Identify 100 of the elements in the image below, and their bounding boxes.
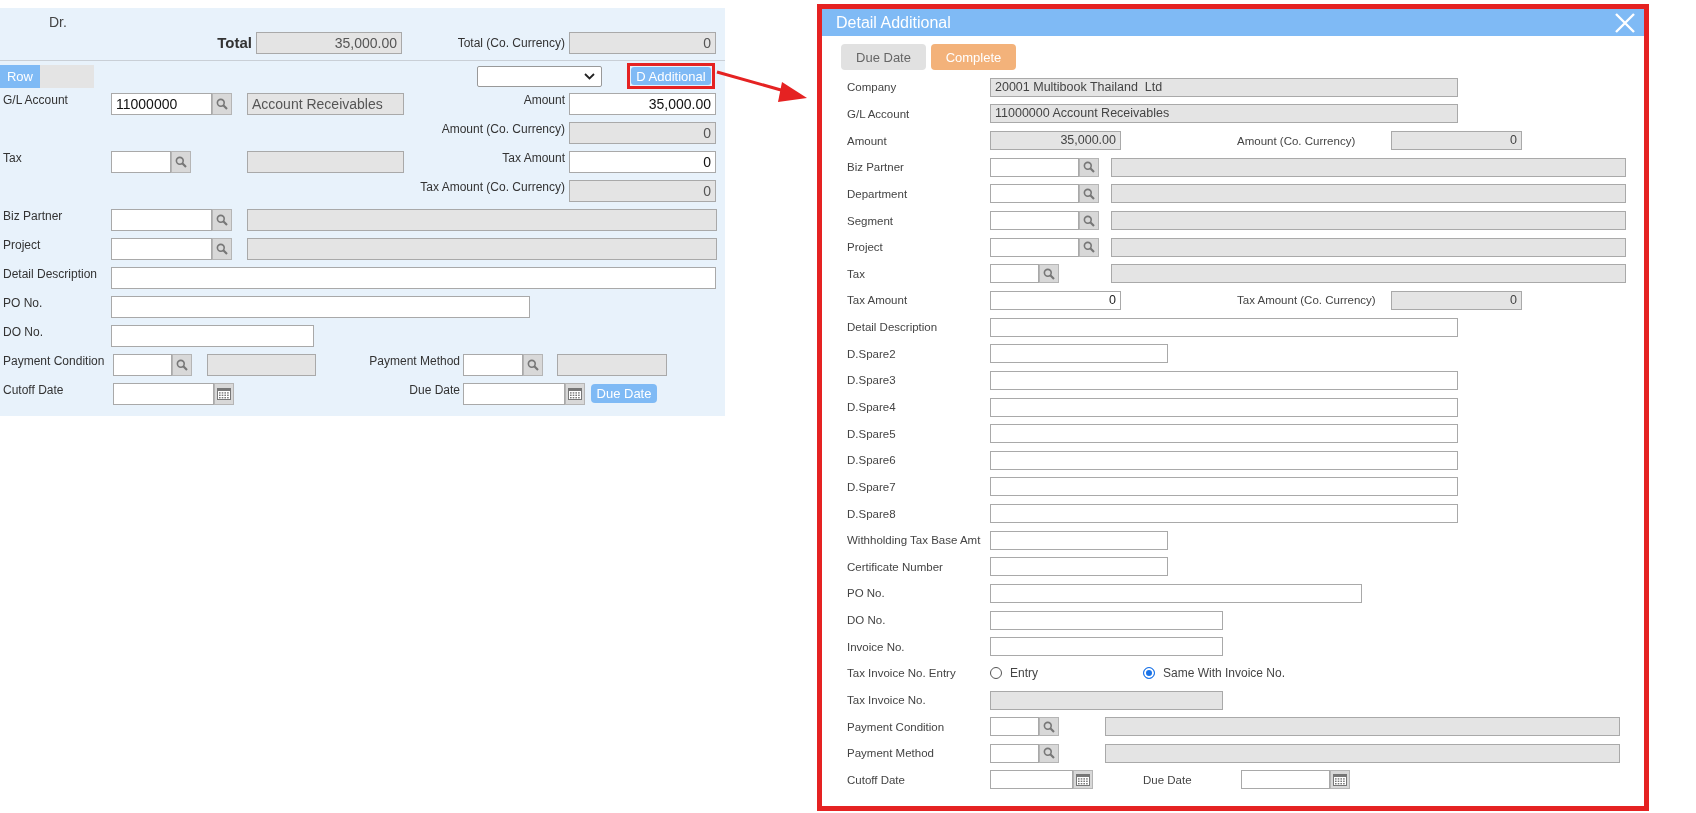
calendar-button[interactable] (1073, 770, 1093, 790)
date-field[interactable] (1241, 770, 1330, 790)
input-field[interactable] (990, 637, 1223, 657)
search-button[interactable] (212, 237, 232, 260)
calendar-button[interactable] (565, 382, 585, 405)
input-field[interactable]: 35,000.00 (569, 92, 716, 115)
total-label: Total (216, 33, 252, 51)
search-icon (1083, 241, 1095, 254)
readonly-field: Account Receivables (247, 92, 404, 115)
input-field[interactable] (990, 397, 1458, 417)
side-label: Dr. (48, 13, 68, 32)
radio-label[interactable]: Entry (1010, 666, 1038, 681)
field-label: PO No. (847, 587, 886, 600)
field-label: Amount (847, 134, 888, 147)
field-label: Cutoff Date (847, 773, 906, 786)
readonly-field: 20001 Multibook Thailand Ltd (990, 77, 1458, 97)
calendar-button[interactable] (1330, 770, 1350, 790)
search-button[interactable] (1079, 157, 1099, 177)
readonly-field: 0 (1391, 290, 1522, 310)
search-button[interactable] (212, 92, 232, 115)
search-icon (1043, 720, 1055, 733)
input-field[interactable] (111, 150, 171, 173)
field-label: Biz Partner (3, 208, 64, 223)
input-field[interactable] (990, 610, 1223, 630)
search-icon (175, 155, 187, 168)
input-field[interactable] (111, 295, 530, 318)
input-field[interactable] (990, 717, 1039, 737)
field-label: Payment Condition (847, 720, 946, 733)
search-icon (176, 358, 188, 371)
input-field[interactable] (990, 557, 1168, 577)
field-label: Payment Method (368, 353, 460, 368)
radio-button[interactable] (990, 667, 1002, 680)
input-field[interactable]: 0 (990, 290, 1121, 310)
search-button[interactable] (1039, 743, 1059, 763)
input-field[interactable] (990, 264, 1039, 284)
radio-label[interactable]: Same With Invoice No. (1163, 666, 1286, 681)
field-label: D.Spare2 (847, 347, 897, 360)
field-label: Detail Description (3, 266, 99, 281)
input-field[interactable] (990, 370, 1458, 390)
input-field[interactable] (463, 353, 523, 376)
readonly-field: 0 (1391, 131, 1522, 151)
input-field[interactable] (113, 353, 172, 376)
field-label: Detail Description (847, 321, 939, 334)
search-button[interactable] (1039, 717, 1059, 737)
search-button[interactable] (523, 353, 543, 376)
field-label: G/L Account (847, 107, 911, 120)
field-label: Amount (522, 92, 565, 107)
readonly-field: 0 (569, 179, 716, 202)
field-label: Department (847, 187, 909, 200)
input-field[interactable] (990, 424, 1458, 444)
input-field[interactable]: 0 (569, 150, 716, 173)
search-button[interactable] (172, 353, 192, 376)
readonly-field: 35,000.00 (990, 131, 1121, 151)
search-button[interactable] (1079, 237, 1099, 257)
input-field[interactable] (111, 266, 716, 289)
search-button[interactable] (1039, 264, 1059, 284)
field-label: D.Spare3 (847, 374, 897, 387)
input-field[interactable] (990, 584, 1362, 603)
chevron-down-icon (584, 72, 595, 80)
input-field[interactable] (990, 743, 1039, 763)
input-field[interactable] (990, 504, 1458, 524)
search-button[interactable] (171, 150, 191, 173)
input-field[interactable] (990, 184, 1079, 204)
input-field[interactable] (990, 157, 1079, 177)
date-field[interactable] (990, 770, 1073, 790)
input-field[interactable] (990, 530, 1168, 550)
close-icon[interactable] (1614, 11, 1636, 34)
input-field[interactable]: 11000000 (111, 92, 212, 115)
input-field[interactable] (990, 477, 1458, 497)
dropdown[interactable] (477, 65, 602, 87)
field-label: Tax Amount (Co. Currency) (419, 179, 565, 194)
due-date-button[interactable]: Due Date (841, 44, 926, 70)
field-label: Tax Invoice No. Entry (847, 667, 957, 680)
calendar-icon (568, 387, 582, 400)
input-field[interactable] (990, 237, 1079, 257)
radio-button[interactable] (1143, 667, 1155, 680)
search-button[interactable] (1079, 184, 1099, 204)
readonly-field: 0 (569, 121, 716, 144)
input-field[interactable] (111, 208, 212, 231)
field-label: Segment (847, 214, 895, 227)
field-label: PO No. (3, 295, 44, 310)
input-field[interactable] (990, 317, 1458, 337)
field-label: D.Spare4 (847, 401, 897, 413)
search-button[interactable] (212, 208, 232, 231)
input-field[interactable] (990, 211, 1079, 230)
search-icon (527, 358, 539, 371)
calendar-button[interactable] (214, 382, 234, 405)
calendar-icon (217, 387, 231, 400)
search-button[interactable] (1079, 211, 1099, 230)
input-field[interactable] (111, 324, 314, 347)
readonly-field: 11000000 Account Receivables (990, 104, 1458, 124)
field-label: Withholding Tax Base Amt (847, 534, 982, 547)
date-field[interactable] (463, 382, 565, 405)
field-label: Biz Partner (847, 161, 905, 174)
input-field[interactable] (990, 450, 1458, 470)
input-field[interactable] (990, 344, 1168, 364)
input-field[interactable] (111, 237, 212, 260)
field-label: Certificate Number (847, 560, 944, 573)
field-label: DO No. (847, 614, 887, 627)
date-field[interactable] (113, 382, 214, 405)
